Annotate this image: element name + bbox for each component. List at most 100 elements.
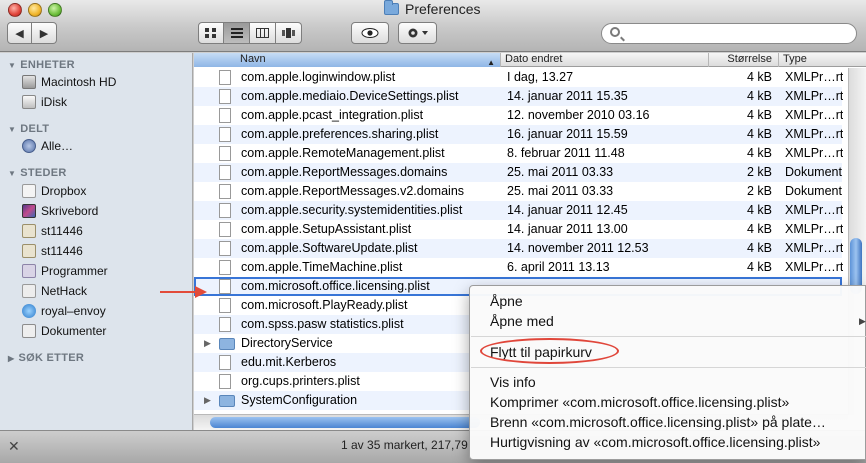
menu-separator	[471, 367, 866, 368]
sidebar-section-places[interactable]: ▼ STEDER	[8, 167, 67, 179]
sidebar-section-devices[interactable]: ▼ ENHETER	[8, 59, 75, 71]
file-name: com.apple.security.systemidentities.plis…	[241, 203, 463, 217]
column-size-header[interactable]: Størrelse	[708, 53, 778, 67]
search-icon	[610, 27, 620, 37]
file-date: 14. januar 2011 12.45	[507, 203, 628, 217]
file-row[interactable]: com.apple.RemoteManagement.plist 8. febru…	[194, 144, 843, 163]
file-size: 4 kB	[746, 108, 772, 122]
sidebar-item-idisk[interactable]: iDisk	[22, 93, 67, 111]
file-size: 4 kB	[746, 89, 772, 103]
file-name: com.apple.pcast_integration.plist	[241, 108, 424, 122]
column-view-icon	[256, 28, 269, 38]
hard-disk-icon	[22, 75, 36, 89]
zoom-window-button[interactable]	[48, 3, 62, 17]
idisk-icon	[22, 95, 36, 109]
document-icon	[219, 317, 231, 332]
file-row[interactable]: com.apple.mediaio.DeviceSettings.plist 14…	[194, 87, 843, 106]
file-name: DirectoryService	[241, 336, 333, 350]
menu-item-compress[interactable]: Komprimer «com.microsoft.office.licensin…	[490, 394, 789, 410]
sidebar-section-shared[interactable]: ▼ DELT	[8, 123, 49, 135]
document-icon	[219, 241, 231, 256]
home-icon	[22, 224, 36, 238]
file-name: org.cups.printers.plist	[241, 374, 360, 388]
folder-icon	[219, 395, 235, 407]
file-type: XMLPr…rty	[785, 146, 843, 160]
resize-tools-icon[interactable]: ✕	[8, 438, 20, 455]
file-row[interactable]: com.apple.preferences.sharing.plist 16. j…	[194, 125, 843, 144]
file-row[interactable]: com.apple.SoftwareUpdate.plist 14. novemb…	[194, 239, 843, 258]
menu-item-open-with[interactable]: Åpne med	[490, 313, 554, 329]
file-name: com.apple.preferences.sharing.plist	[241, 127, 439, 141]
file-row[interactable]: com.apple.ReportMessages.v2.domains 25. m…	[194, 182, 842, 201]
file-row[interactable]: com.apple.pcast_integration.plist 12. nov…	[194, 106, 843, 125]
file-type: XMLPr…rty	[785, 70, 843, 84]
menu-item-get-info[interactable]: Vis info	[490, 374, 536, 390]
minimize-window-button[interactable]	[28, 3, 42, 17]
horizontal-scroll-thumb[interactable]	[210, 417, 480, 428]
column-type-header[interactable]: Type	[778, 53, 866, 67]
window-toolbar: Preferences ◀ ▶	[0, 0, 866, 52]
column-view-button[interactable]	[250, 22, 276, 44]
coverflow-view-button[interactable]	[276, 22, 302, 44]
file-name: com.apple.SoftwareUpdate.plist	[241, 241, 418, 255]
close-window-button[interactable]	[8, 3, 22, 17]
sidebar-item-nethack[interactable]: NetHack	[22, 282, 87, 300]
disclosure-triangle-icon[interactable]: ▶	[204, 338, 211, 349]
file-row[interactable]: com.apple.loginwindow.plist I dag, 13.27 4…	[194, 68, 843, 87]
folder-icon	[219, 338, 235, 350]
quicklook-button[interactable]	[351, 22, 389, 44]
applications-icon	[22, 264, 36, 278]
file-name: com.apple.TimeMachine.plist	[241, 260, 403, 274]
file-size: 2 kB	[746, 184, 772, 198]
file-date: 25. mai 2011 03.33	[507, 165, 614, 179]
file-row[interactable]: com.apple.SetupAssistant.plist 14. januar…	[194, 220, 843, 239]
file-date: 14. januar 2011 15.35	[507, 89, 628, 103]
sidebar-item-applications[interactable]: Programmer	[22, 262, 108, 280]
back-button[interactable]: ◀	[7, 22, 32, 44]
sidebar-item-home-1[interactable]: st11446	[22, 222, 83, 240]
forward-button[interactable]: ▶	[32, 22, 57, 44]
file-type: XMLPr…rty	[785, 241, 843, 255]
globe-icon	[22, 304, 36, 318]
document-icon	[219, 222, 231, 237]
document-icon	[219, 355, 231, 370]
sidebar-item-royal-envoy[interactable]: royal–envoy	[22, 302, 106, 320]
disclosure-triangle-icon[interactable]: ▶	[204, 395, 211, 406]
document-icon	[219, 374, 231, 389]
sidebar-item-macintosh-hd[interactable]: Macintosh HD	[22, 73, 116, 91]
action-menu-button[interactable]	[398, 22, 437, 44]
sidebar-item-all[interactable]: Alle…	[22, 137, 73, 155]
menu-item-quick-look[interactable]: Hurtigvisning av «com.microsoft.office.l…	[490, 434, 820, 450]
column-name-header[interactable]: Navn ▲	[194, 53, 500, 67]
file-type: Dokument	[785, 165, 842, 179]
document-icon	[219, 70, 231, 85]
column-date-header[interactable]: Dato endret	[500, 53, 708, 67]
list-view-button[interactable]	[224, 22, 250, 44]
sidebar-item-home-2[interactable]: st11446	[22, 242, 83, 260]
sidebar-item-dropbox[interactable]: Dropbox	[22, 182, 86, 200]
file-date: 14. november 2011 12.53	[507, 241, 649, 255]
annotation-highlight-ellipse	[480, 338, 619, 364]
file-row[interactable]: com.apple.security.systemidentities.plis…	[194, 201, 843, 220]
search-field[interactable]	[601, 23, 857, 44]
file-date: 16. januar 2011 15.59	[507, 127, 628, 141]
file-name: com.apple.mediaio.DeviceSettings.plist	[241, 89, 459, 103]
sidebar-section-search[interactable]: ▶ SØK ETTER	[8, 352, 84, 364]
file-type: XMLPr…rty	[785, 222, 843, 236]
file-date: 6. april 2011 13.13	[507, 260, 610, 274]
icon-view-button[interactable]	[198, 22, 224, 44]
file-size: 2 kB	[746, 165, 772, 179]
file-size: 4 kB	[746, 203, 772, 217]
document-icon	[219, 279, 231, 294]
file-row[interactable]: com.apple.TimeMachine.plist 6. april 2011…	[194, 258, 843, 277]
window-title: Preferences	[384, 0, 480, 17]
menu-item-burn[interactable]: Brenn «com.microsoft.office.licensing.pl…	[490, 414, 826, 430]
column-header: Navn ▲ Dato endret Størrelse Type	[194, 53, 866, 67]
sidebar-item-desktop[interactable]: Skrivebord	[22, 202, 98, 220]
file-row[interactable]: com.apple.ReportMessages.domains 25. mai …	[194, 163, 842, 182]
search-input[interactable]	[626, 26, 826, 41]
document-icon	[219, 260, 231, 275]
sidebar-item-documents[interactable]: Dokumenter	[22, 322, 106, 340]
menu-item-open[interactable]: Åpne	[490, 293, 523, 309]
desktop-icon	[22, 204, 36, 218]
